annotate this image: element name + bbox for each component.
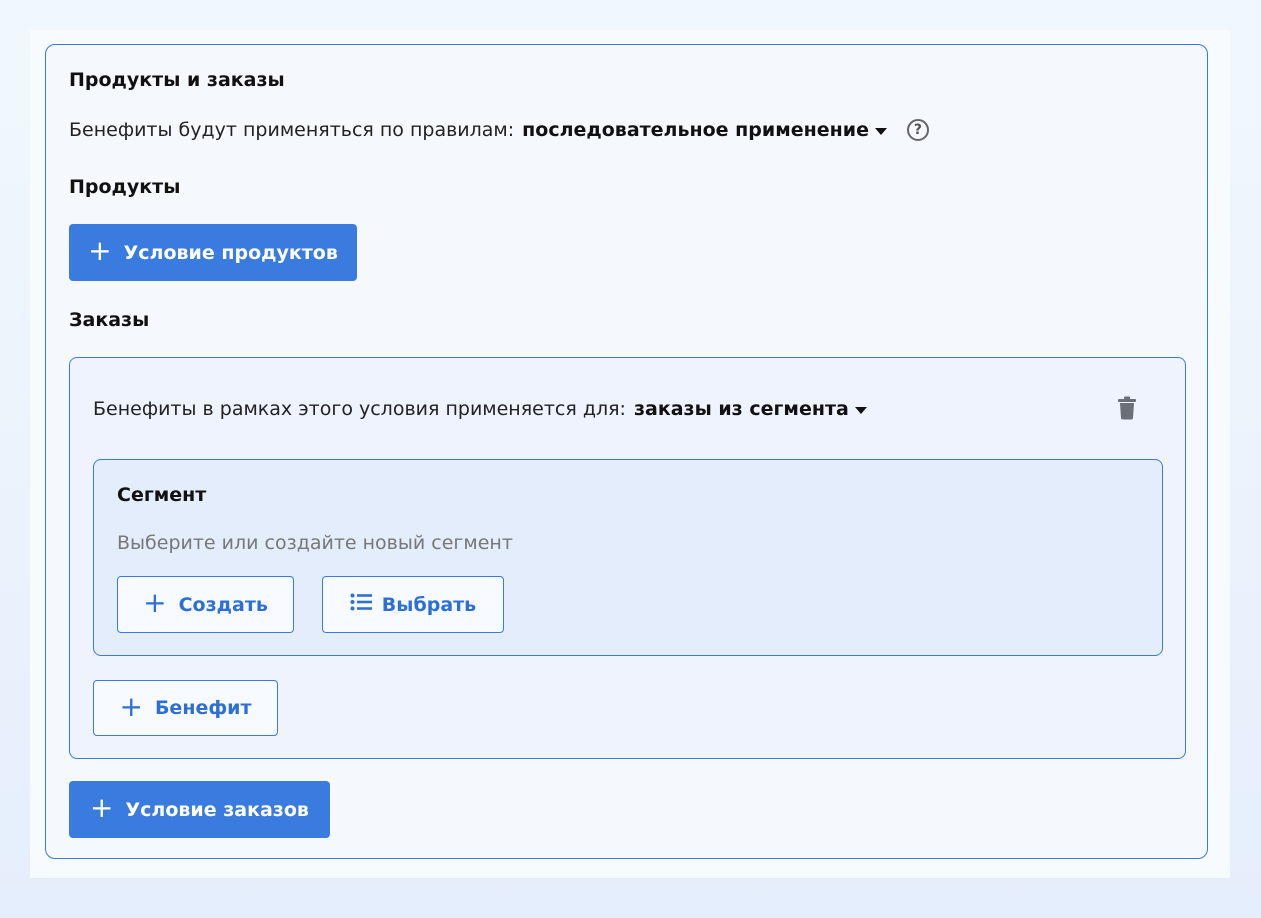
section-title: Продукты и заказы — [69, 69, 285, 91]
products-title: Продукты — [69, 176, 181, 198]
apply-dropdown-value: заказы из сегмента — [633, 398, 849, 420]
list-icon — [350, 593, 372, 616]
products-orders-card: Продукты и заказы Бенефиты будут применя… — [45, 44, 1208, 859]
caret-down-icon — [854, 406, 867, 414]
caret-down-icon — [874, 127, 887, 135]
rules-dropdown[interactable]: последовательное применение — [522, 119, 887, 141]
rules-dropdown-value: последовательное применение — [522, 119, 869, 141]
question-circle-icon[interactable]: ? — [906, 119, 929, 141]
help-symbol: ? — [913, 122, 923, 138]
segment-title: Сегмент — [117, 484, 207, 506]
apply-dropdown[interactable]: заказы из сегмента — [634, 398, 867, 420]
order-condition-card: Бенефиты в рамках этого условия применяе… — [69, 357, 1186, 759]
apply-row: Бенефиты в рамках этого условия применяе… — [93, 398, 867, 420]
segment-placeholder: Выберите или создайте новый сегмент — [117, 532, 513, 554]
plus-icon: + — [88, 234, 112, 267]
rules-row: Бенефиты будут применяться по правилам: … — [69, 119, 929, 141]
select-segment-button[interactable]: Выбрать — [322, 576, 504, 633]
add-benefit-button[interactable]: + Бенефит — [93, 680, 278, 736]
select-segment-label: Выбрать — [381, 593, 477, 616]
add-order-condition-label: Условие заказов — [125, 798, 309, 821]
add-benefit-label: Бенефит — [154, 697, 252, 719]
create-segment-button[interactable]: + Создать — [117, 576, 294, 633]
add-order-condition-button[interactable]: + Условие заказов — [69, 781, 330, 838]
plus-icon: + — [143, 586, 167, 619]
orders-title: Заказы — [69, 309, 150, 331]
add-product-condition-label: Условие продуктов — [123, 241, 338, 264]
plus-icon: + — [90, 791, 114, 824]
trash-icon[interactable] — [1117, 396, 1137, 424]
plus-icon: + — [119, 689, 143, 723]
apply-label: Бенефиты в рамках этого условия применяе… — [93, 398, 626, 420]
rules-label: Бенефиты будут применяться по правилам: — [69, 119, 515, 141]
segment-card: Сегмент Выберите или создайте новый сегм… — [93, 459, 1163, 656]
add-product-condition-button[interactable]: + Условие продуктов — [69, 224, 357, 281]
create-segment-label: Создать — [178, 593, 268, 616]
